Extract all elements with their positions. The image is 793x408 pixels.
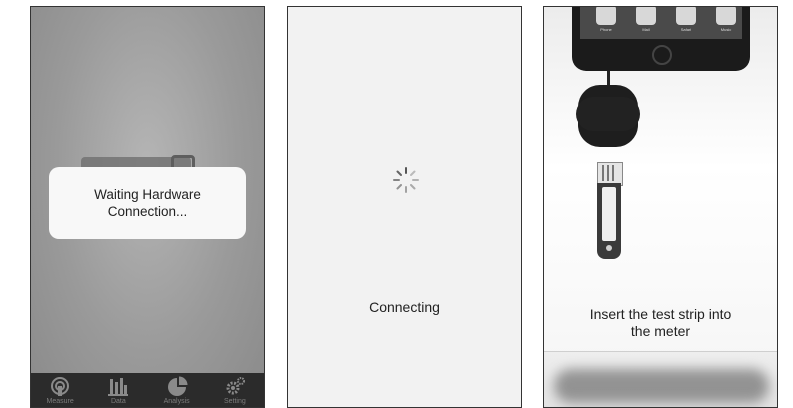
screen-waiting-hardware: Waiting Hardware Connection... Measure D… [30,6,265,408]
phone-screen: Phone Mail Safari Music [580,7,742,39]
mail-app-icon [636,7,656,25]
dialog-message: Waiting Hardware Connection... [94,187,201,219]
phone-illustration: Phone Mail Safari Music [572,7,750,71]
phone-app-icon [596,7,616,25]
gears-icon [226,377,245,395]
screen-insert-strip: Phone Mail Safari Music Insert the test … [543,6,778,408]
tab-setting-label: Setting [223,398,246,405]
connecting-status: Connecting [369,299,440,315]
screen-connecting: Connecting [287,6,522,408]
tab-analysis-label: Analysis [163,398,190,405]
tab-measure[interactable]: Measure [32,373,88,405]
bar-chart-icon [108,378,129,396]
phone-app-label: Phone [600,27,612,32]
insert-strip-instruction: Insert the test strip into the meter [589,306,732,339]
safari-app-label: Safari [680,27,692,32]
tab-analysis[interactable]: Analysis [149,373,205,405]
measure-icon [51,377,70,396]
tab-data-label: Data [110,398,126,405]
home-button-icon [652,45,672,65]
bottom-bar [544,352,777,407]
tab-data[interactable]: Data [90,373,146,405]
loading-spinner-icon [393,167,419,193]
glucose-meter-icon [597,183,621,259]
tab-setting[interactable]: Setting [207,373,263,405]
mail-app-label: Mail [642,27,650,32]
tab-bar: Measure Data Analysis Setting [31,373,264,407]
pie-chart-icon [167,376,188,396]
music-app-icon [716,7,736,25]
safari-app-icon [676,7,696,25]
meter-dongle [576,85,640,147]
waiting-hardware-dialog: Waiting Hardware Connection... [49,167,246,239]
tab-measure-label: Measure [46,398,74,405]
music-app-label: Music [720,27,732,32]
blurred-button[interactable] [554,369,769,403]
